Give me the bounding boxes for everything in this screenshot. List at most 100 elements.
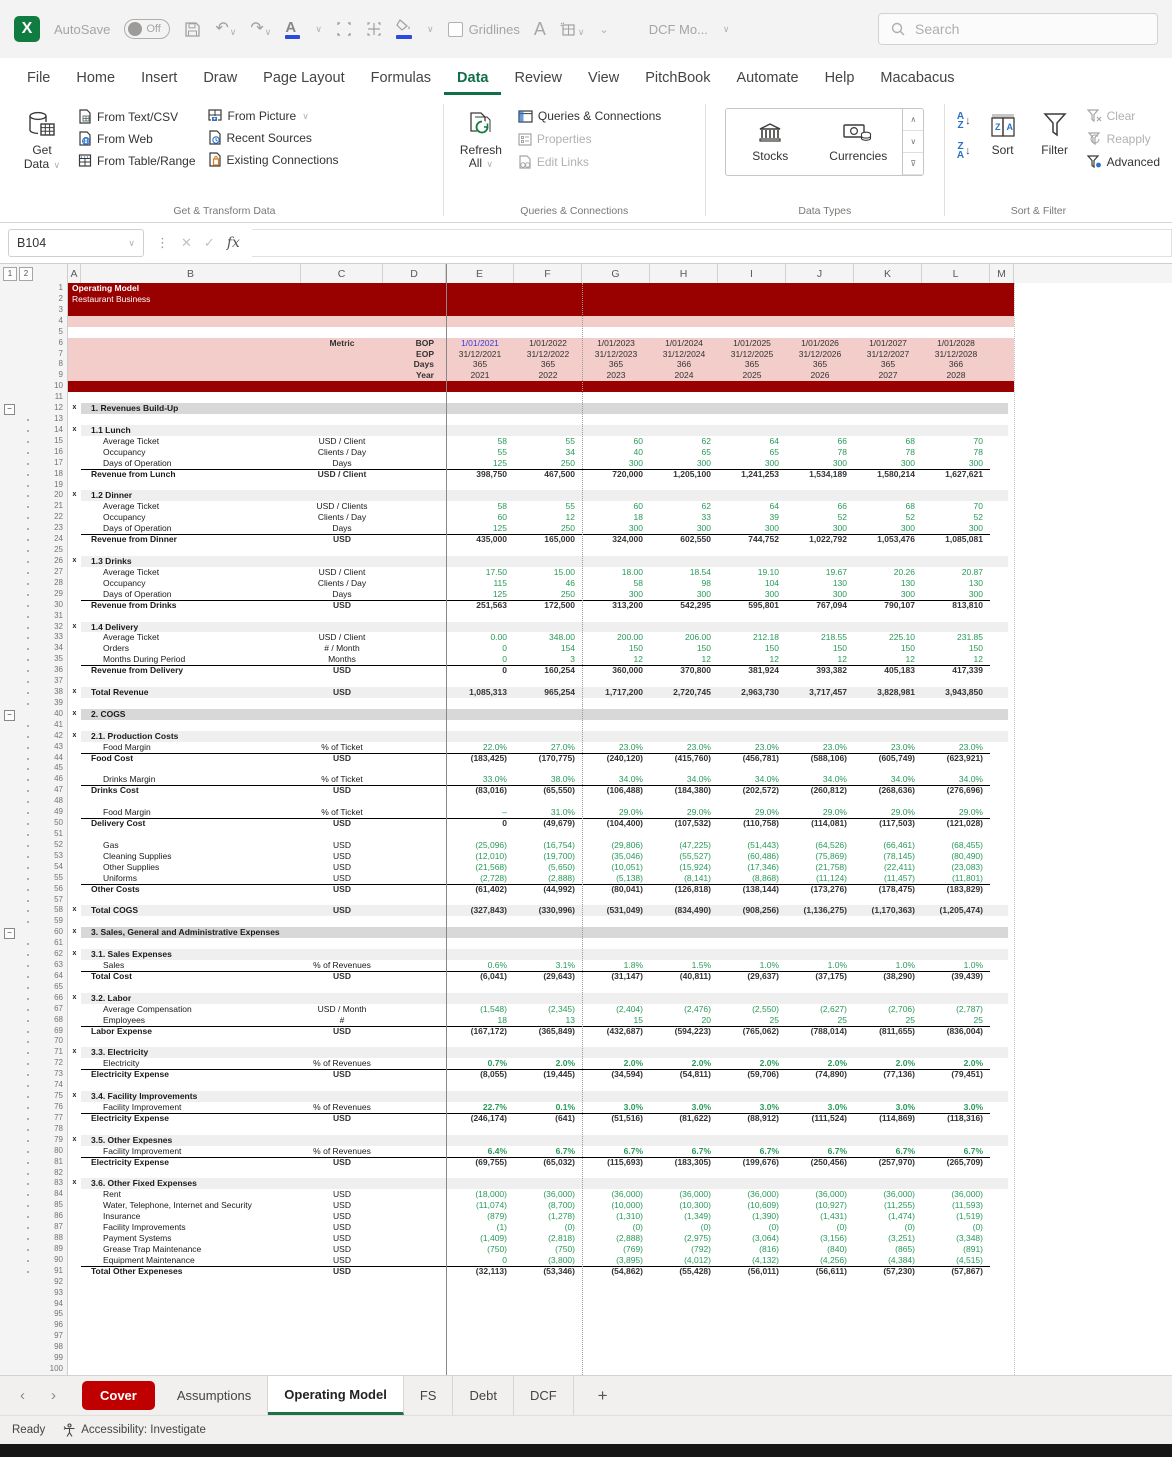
row-header-21[interactable]: 21 xyxy=(44,501,67,512)
undo-icon[interactable]: ↶∨ xyxy=(215,21,236,37)
header-eop-y5[interactable]: 31/12/2025 xyxy=(718,349,786,360)
value-y2[interactable]: 12 xyxy=(514,512,582,523)
value-y7[interactable]: 2.0% xyxy=(854,1058,922,1069)
value-y1[interactable]: 0 xyxy=(446,1255,514,1266)
line-item-label[interactable]: Occupancy xyxy=(103,447,301,458)
value-y7[interactable]: (11,457) xyxy=(854,873,922,884)
value-y5[interactable]: 64 xyxy=(718,501,786,512)
value-y8[interactable]: (39,439) xyxy=(922,971,990,982)
new-sheet-button[interactable]: + xyxy=(574,1376,632,1415)
total-label[interactable]: Revenue from Drinks xyxy=(91,600,301,611)
header-year-y6[interactable]: 2026 xyxy=(786,370,854,381)
unit-label[interactable]: USD xyxy=(301,1069,383,1080)
header-bop-y5[interactable]: 1/01/2025 xyxy=(718,338,786,349)
sheet-tab-cover[interactable]: Cover xyxy=(82,1381,155,1410)
value-y1[interactable]: 115 xyxy=(446,578,514,589)
row-header-57[interactable]: 57 xyxy=(44,895,67,906)
value-y1[interactable]: 55 xyxy=(446,447,514,458)
unit-label[interactable]: % of Ticket xyxy=(301,807,383,818)
value-y8[interactable]: (68,455) xyxy=(922,840,990,851)
header-days-y8[interactable]: 366 xyxy=(922,359,990,370)
value-y2[interactable]: 13 xyxy=(514,1015,582,1026)
value-y7[interactable]: (605,749) xyxy=(854,753,922,764)
sheet-title[interactable]: Operating Model xyxy=(72,283,472,294)
header-year-y2[interactable]: 2022 xyxy=(514,370,582,381)
value-y8[interactable]: 52 xyxy=(922,512,990,523)
unit-label[interactable]: USD xyxy=(301,1026,383,1037)
value-y4[interactable]: (415,760) xyxy=(650,753,718,764)
value-y6[interactable]: (2,627) xyxy=(786,1004,854,1015)
value-y6[interactable]: 12 xyxy=(786,654,854,665)
value-y5[interactable]: 381,924 xyxy=(718,665,786,676)
row-header-72[interactable]: 72 xyxy=(44,1058,67,1069)
value-y8[interactable]: 3.0% xyxy=(922,1102,990,1113)
value-y8[interactable]: 150 xyxy=(922,643,990,654)
row-header-43[interactable]: 43 xyxy=(44,742,67,753)
header-year-y3[interactable]: 2023 xyxy=(582,370,650,381)
header-eop-y1[interactable]: 31/12/2021 xyxy=(446,349,514,360)
value-y6[interactable]: 130 xyxy=(786,578,854,589)
value-y4[interactable]: (40,811) xyxy=(650,971,718,982)
row-header-97[interactable]: 97 xyxy=(44,1331,67,1342)
row-header-95[interactable]: 95 xyxy=(44,1309,67,1320)
value-y4[interactable]: 62 xyxy=(650,436,718,447)
properties-button[interactable]: Properties xyxy=(518,132,661,146)
value-y5[interactable]: 2,963,730 xyxy=(718,687,786,698)
section-label[interactable]: 1.4 Delivery xyxy=(91,622,431,633)
value-y7[interactable]: (78,145) xyxy=(854,851,922,862)
value-y1[interactable]: 398,750 xyxy=(446,469,514,480)
row-header-68[interactable]: 68 xyxy=(44,1015,67,1026)
header-days-y7[interactable]: 365 xyxy=(854,359,922,370)
unit-label[interactable]: USD xyxy=(301,905,383,916)
value-y7[interactable]: (22,411) xyxy=(854,862,922,873)
row-header-49[interactable]: 49 xyxy=(44,807,67,818)
header-year-y7[interactable]: 2027 xyxy=(854,370,922,381)
value-y5[interactable]: (59,706) xyxy=(718,1069,786,1080)
value-y5[interactable]: 25 xyxy=(718,1015,786,1026)
value-y8[interactable]: (0) xyxy=(922,1222,990,1233)
value-y3[interactable]: (1,310) xyxy=(582,1211,650,1222)
section-label[interactable]: 3.1. Sales Expenses xyxy=(91,949,431,960)
unit-label[interactable]: USD xyxy=(301,1157,383,1168)
column-header-E[interactable]: E xyxy=(446,264,514,283)
row-header-30[interactable]: 30 xyxy=(44,600,67,611)
line-item-label[interactable]: Orders xyxy=(103,643,301,654)
section-label[interactable]: 3.6. Other Fixed Expenses xyxy=(91,1178,431,1189)
value-y4[interactable]: (2,476) xyxy=(650,1004,718,1015)
value-y5[interactable]: 64 xyxy=(718,436,786,447)
row-header-51[interactable]: 51 xyxy=(44,829,67,840)
value-y4[interactable]: 98 xyxy=(650,578,718,589)
outline-marker[interactable]: x xyxy=(68,993,81,1004)
value-y4[interactable]: (8,141) xyxy=(650,873,718,884)
row-header-70[interactable]: 70 xyxy=(44,1036,67,1047)
value-y5[interactable]: 6.7% xyxy=(718,1146,786,1157)
value-y1[interactable]: (25,096) xyxy=(446,840,514,851)
unit-label[interactable]: Days xyxy=(301,523,383,534)
total-label[interactable]: Total Cost xyxy=(91,971,301,982)
header-bop-y3[interactable]: 1/01/2023 xyxy=(582,338,650,349)
value-y5[interactable]: 65 xyxy=(718,447,786,458)
ribbon-tab-review[interactable]: Review xyxy=(501,62,575,95)
column-header-M[interactable]: M xyxy=(990,264,1014,283)
value-y3[interactable]: (104,400) xyxy=(582,818,650,829)
value-y1[interactable]: 22.0% xyxy=(446,742,514,753)
line-item-label[interactable]: Sales xyxy=(103,960,301,971)
value-y3[interactable]: (10,051) xyxy=(582,862,650,873)
value-y6[interactable]: (1,431) xyxy=(786,1211,854,1222)
value-y3[interactable]: 3.0% xyxy=(582,1102,650,1113)
value-y2[interactable]: (330,996) xyxy=(514,905,582,916)
row-header-14[interactable]: 14 xyxy=(44,425,67,436)
value-y5[interactable]: (138,144) xyxy=(718,884,786,895)
row-header-55[interactable]: 55 xyxy=(44,873,67,884)
value-y2[interactable]: 3 xyxy=(514,654,582,665)
value-y6[interactable]: 1.0% xyxy=(786,960,854,971)
value-y5[interactable]: (765,062) xyxy=(718,1026,786,1037)
value-y2[interactable]: 55 xyxy=(514,436,582,447)
value-y4[interactable]: (55,527) xyxy=(650,851,718,862)
ribbon-tab-pitchbook[interactable]: PitchBook xyxy=(632,62,723,95)
row-header-23[interactable]: 23 xyxy=(44,523,67,534)
value-y5[interactable]: (10,609) xyxy=(718,1200,786,1211)
value-y4[interactable]: 370,800 xyxy=(650,665,718,676)
edit-links-button[interactable]: Edit Links xyxy=(518,155,661,169)
value-y2[interactable]: 172,500 xyxy=(514,600,582,611)
